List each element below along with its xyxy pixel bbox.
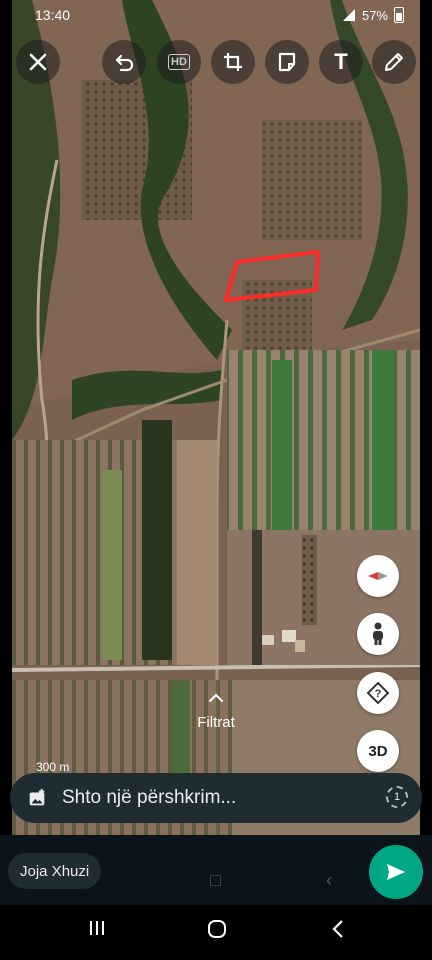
undo-icon xyxy=(115,54,134,72)
help-icon: ? xyxy=(366,681,390,705)
filters-handle[interactable]: Filtrat xyxy=(180,690,252,731)
scale-label: 300 m xyxy=(36,760,70,774)
status-time: 13:40 xyxy=(35,7,71,23)
threed-label: 3D xyxy=(368,742,388,760)
battery-icon xyxy=(394,7,404,23)
view-once-icon[interactable]: 1 xyxy=(386,786,408,808)
help-button[interactable]: ? xyxy=(357,672,399,714)
compass-icon xyxy=(368,572,388,580)
close-icon xyxy=(29,53,47,71)
compass-button[interactable] xyxy=(357,555,399,597)
status-icons: 57% xyxy=(342,7,404,23)
sticker-icon xyxy=(278,52,296,72)
send-icon xyxy=(387,864,405,880)
status-bar: 13:40 57% xyxy=(0,0,432,32)
hd-label: HD xyxy=(168,54,190,70)
recipient-chip[interactable]: Joja Xhuzi xyxy=(8,853,102,889)
recent-apps-icon[interactable] xyxy=(88,919,106,937)
battery-percent: 57% xyxy=(361,7,388,23)
hd-button[interactable]: HD xyxy=(157,40,201,84)
crop-rotate-icon xyxy=(224,53,242,71)
system-nav-bar xyxy=(0,905,432,960)
chevron-up-icon xyxy=(208,693,224,703)
sticker-button[interactable] xyxy=(265,40,309,84)
caption-field[interactable]: Shto një përshkrim... 1 xyxy=(10,773,422,823)
filters-label: Filtrat xyxy=(197,714,235,731)
pencil-icon xyxy=(385,53,403,71)
svg-text:?: ? xyxy=(375,688,382,700)
close-button[interactable] xyxy=(16,40,60,84)
send-button[interactable] xyxy=(369,845,423,899)
undo-button[interactable] xyxy=(102,40,146,84)
threed-button[interactable]: 3D xyxy=(357,730,399,772)
home-icon[interactable] xyxy=(207,919,227,939)
add-image-icon[interactable] xyxy=(26,787,48,809)
faint-home-icon: □ xyxy=(210,870,221,890)
text-label: T xyxy=(334,49,348,74)
back-icon[interactable] xyxy=(331,919,345,939)
crop-rotate-button[interactable] xyxy=(211,40,255,84)
streetview-button[interactable] xyxy=(357,613,399,655)
faint-back-icon: ‹ xyxy=(326,870,332,890)
signal-icon xyxy=(342,9,355,21)
text-button[interactable]: T xyxy=(319,40,363,84)
draw-button[interactable] xyxy=(372,40,416,84)
caption-placeholder: Shto një përshkrim... xyxy=(62,787,237,808)
pegman-icon xyxy=(373,622,383,645)
